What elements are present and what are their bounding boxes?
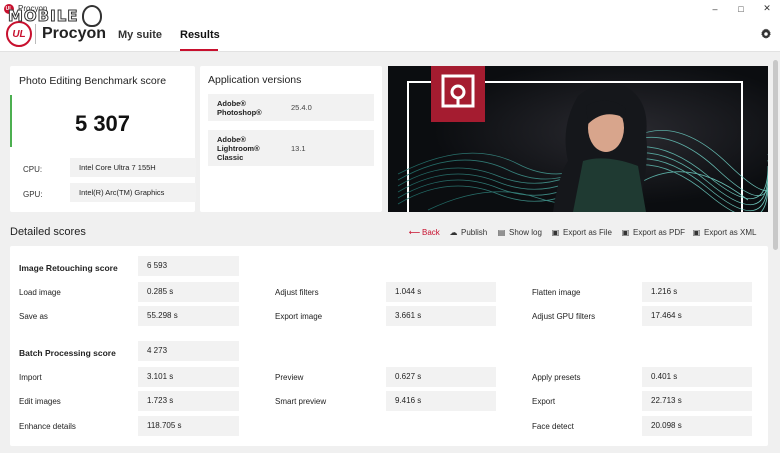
settings-gear-icon[interactable] bbox=[760, 28, 772, 40]
metric-value: 22.713 s bbox=[642, 391, 752, 411]
metric-label: Face detect bbox=[532, 422, 574, 431]
app-header: UL Procyon My suite Results bbox=[0, 17, 780, 52]
versions-title: Application versions bbox=[208, 74, 302, 86]
metric-label: Preview bbox=[275, 373, 304, 382]
batch-processing-label: Batch Processing score bbox=[19, 348, 116, 358]
gpu-value: Intel(R) Arc(TM) Graphics bbox=[70, 183, 196, 202]
application-versions-card: Application versions Adobe® Photoshop® 2… bbox=[200, 66, 382, 212]
publish-label: Publish bbox=[461, 227, 488, 237]
benchmark-hero-image bbox=[388, 66, 768, 212]
metric-value: 9.416 s bbox=[386, 391, 496, 411]
scrollbar-thumb[interactable] bbox=[773, 60, 778, 250]
save-icon: ▣ bbox=[621, 227, 630, 237]
version-row-lightroom: Adobe® Lightroom® Classic 13.1 bbox=[208, 130, 374, 166]
app-version: 13.1 bbox=[291, 144, 306, 153]
back-label: Back bbox=[422, 227, 440, 237]
metric-value: 1.044 s bbox=[386, 282, 496, 302]
app-name: Adobe® Lightroom® Classic bbox=[217, 135, 260, 162]
metric-value: 20.098 s bbox=[642, 416, 752, 436]
metric-label: Export image bbox=[275, 312, 323, 321]
app-name-line: Adobe® bbox=[217, 135, 246, 144]
app-name-line: Photoshop® bbox=[217, 108, 262, 117]
cloud-upload-icon: ☁ bbox=[449, 227, 458, 237]
image-retouching-label: Image Retouching score bbox=[19, 263, 118, 273]
minimize-button[interactable]: – bbox=[702, 0, 728, 17]
metric-label: Export bbox=[532, 397, 556, 406]
detailed-scores-card: Image Retouching score 6 593 Load image … bbox=[10, 246, 768, 446]
batch-processing-score: 4 273 bbox=[138, 341, 239, 361]
metric-value: 1.723 s bbox=[138, 391, 239, 411]
detailed-scores-title: Detailed scores bbox=[10, 226, 86, 238]
metric-label: Smart preview bbox=[275, 397, 327, 406]
metric-label: Load image bbox=[19, 288, 61, 297]
tab-results[interactable]: Results bbox=[180, 29, 220, 41]
metric-label: Import bbox=[19, 373, 42, 382]
metric-value: 3.101 s bbox=[138, 367, 239, 387]
window-titlebar: UL Procyon – □ ✕ bbox=[0, 0, 780, 17]
close-button[interactable]: ✕ bbox=[754, 0, 780, 17]
cpu-label: CPU: bbox=[23, 165, 43, 174]
benchmark-score: 5 307 bbox=[74, 111, 131, 136]
metric-value: 3.661 s bbox=[386, 306, 496, 326]
export-xml-label: Export as XML bbox=[704, 227, 757, 237]
show-log-button[interactable]: ▤ Show log bbox=[497, 226, 542, 238]
metric-value: 17.464 s bbox=[642, 306, 752, 326]
app-name-line: Classic bbox=[217, 153, 244, 162]
save-icon: ▣ bbox=[692, 227, 701, 237]
app-name-line: Adobe® bbox=[217, 99, 246, 108]
publish-button[interactable]: ☁ Publish bbox=[449, 226, 488, 238]
benchmark-title: Photo Editing Benchmark score bbox=[19, 75, 167, 87]
metric-label: Flatten image bbox=[532, 288, 581, 297]
app-name: Adobe® Photoshop® bbox=[217, 99, 262, 117]
app-name-line: Lightroom® bbox=[217, 144, 260, 153]
tab-my-suite[interactable]: My suite bbox=[118, 29, 162, 41]
metric-value: 0.401 s bbox=[642, 367, 752, 387]
image-retouching-score: 6 593 bbox=[138, 256, 239, 276]
metric-value: 0.627 s bbox=[386, 367, 496, 387]
app-version: 25.4.0 bbox=[291, 103, 312, 112]
export-file-label: Export as File bbox=[563, 227, 612, 237]
metric-value: 0.285 s bbox=[138, 282, 239, 302]
benchmark-score-card: Photo Editing Benchmark score 5 307 CPU:… bbox=[10, 66, 196, 212]
export-file-button[interactable]: ▣ Export as File bbox=[551, 226, 612, 238]
metric-label: Adjust filters bbox=[275, 288, 319, 297]
metric-value: 118.705 s bbox=[138, 416, 239, 436]
export-pdf-button[interactable]: ▣ Export as PDF bbox=[621, 226, 685, 238]
export-xml-button[interactable]: ▣ Export as XML bbox=[692, 226, 757, 238]
metric-label: Enhance details bbox=[19, 422, 76, 431]
watermark-mascot-icon bbox=[81, 5, 102, 27]
active-tab-indicator bbox=[180, 49, 218, 51]
metric-label: Apply presets bbox=[532, 373, 581, 382]
metric-label: Adjust GPU filters bbox=[532, 312, 596, 321]
document-icon: ▤ bbox=[497, 227, 506, 237]
ul-logo-text: UL bbox=[12, 28, 26, 40]
metric-value: 55.298 s bbox=[138, 306, 239, 326]
watermark: MOBILE bbox=[8, 5, 102, 27]
watermark-text: MOBILE bbox=[8, 7, 79, 26]
back-arrow-icon: ⟵ bbox=[408, 227, 421, 237]
back-button[interactable]: ⟵ Back bbox=[408, 226, 440, 238]
gpu-label: GPU: bbox=[23, 190, 43, 199]
save-icon: ▣ bbox=[551, 227, 560, 237]
metric-value: 1.216 s bbox=[642, 282, 752, 302]
export-pdf-label: Export as PDF bbox=[633, 227, 686, 237]
metric-label: Edit images bbox=[19, 397, 61, 406]
window-controls: – □ ✕ bbox=[702, 0, 780, 17]
cpu-value: Intel Core Ultra 7 155H bbox=[70, 158, 196, 177]
show-log-label: Show log bbox=[509, 227, 542, 237]
logo-divider bbox=[35, 24, 36, 44]
metric-label: Save as bbox=[19, 312, 48, 321]
version-row-photoshop: Adobe® Photoshop® 25.4.0 bbox=[208, 94, 374, 121]
hero-illustration bbox=[388, 66, 768, 212]
maximize-button[interactable]: □ bbox=[728, 0, 754, 17]
brand-name: Procyon bbox=[42, 25, 107, 42]
